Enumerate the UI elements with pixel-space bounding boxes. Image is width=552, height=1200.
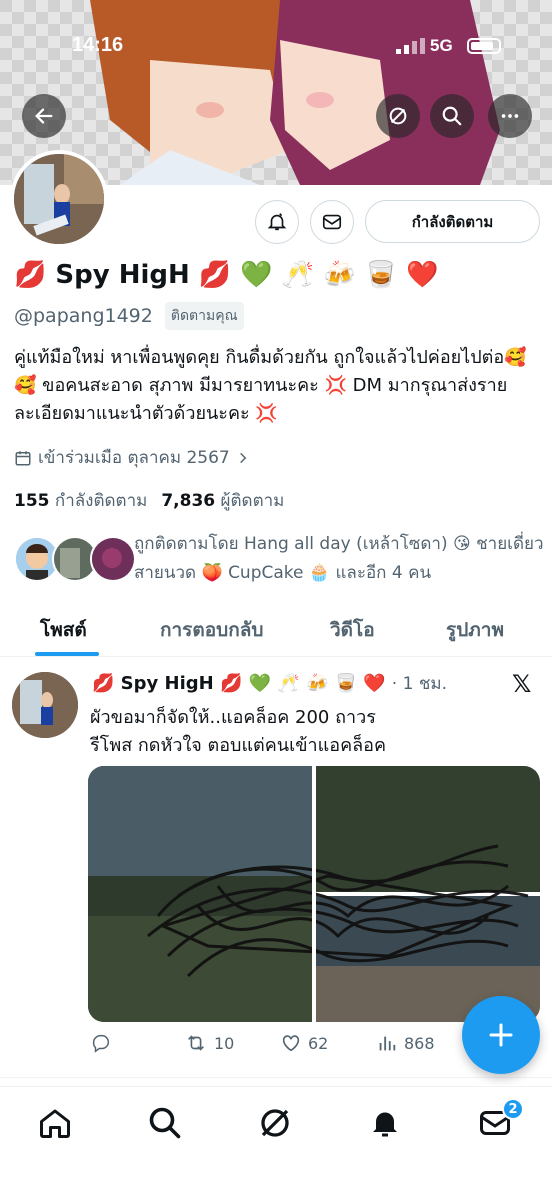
reply-button[interactable] — [90, 1032, 112, 1054]
follows-you-badge: ติดตามคุณ — [164, 302, 244, 330]
views-icon — [379, 1036, 396, 1051]
views-button[interactable]: 868 — [376, 1032, 435, 1054]
network-label: 5G — [430, 36, 453, 55]
profile-avatar[interactable] — [10, 150, 108, 248]
like-icon — [282, 1035, 300, 1052]
profile-handle: @papang1492 — [14, 305, 153, 327]
reply-icon — [92, 1034, 110, 1053]
notify-button[interactable] — [255, 200, 299, 244]
post-text-line: ผัวขอมาก็จัดให้..แอคล็อค 200 ถาวร — [90, 707, 376, 728]
handle-row: @papang1492 ติดตามคุณ — [14, 302, 244, 330]
search-button[interactable] — [430, 94, 474, 138]
calendar-icon — [15, 450, 31, 465]
mail-icon — [322, 214, 342, 230]
post-actions: 10 62 868 — [90, 1032, 440, 1062]
post-text: ผัวขอมาก็จัดให้..แอคล็อค 200 ถาวร รีโพส … — [90, 704, 530, 760]
plus-icon — [489, 1023, 513, 1047]
profile-tabs: โพสต์ การตอบกลับ วิดีโอ รูปภาพ — [0, 605, 552, 657]
bell-icon — [267, 213, 287, 231]
compose-button[interactable] — [462, 996, 540, 1074]
repost-count: 10 — [214, 1033, 235, 1053]
post-header: 💋 Spy HigH 💋 💚 🥂 🍻 🥃 ❤️ · 1 ชม. — [92, 670, 447, 697]
repost-button[interactable]: 10 — [184, 1032, 234, 1054]
following-button[interactable]: กำลังติดตาม — [365, 200, 540, 243]
post-author-name[interactable]: 💋 Spy HigH 💋 💚 🥂 🍻 🥃 ❤️ — [92, 673, 386, 694]
search-icon[interactable] — [147, 1105, 183, 1141]
like-count: 62 — [308, 1033, 329, 1053]
active-tab-indicator — [35, 652, 99, 656]
tab-photos[interactable]: รูปภาพ — [446, 615, 504, 645]
profile-name: 💋 Spy HigH 💋 💚 🥂 🍻 🥃 ❤️ — [14, 260, 439, 290]
views-count: 868 — [404, 1033, 435, 1053]
signal-icon — [396, 38, 425, 54]
repost-icon — [188, 1035, 204, 1051]
post-media[interactable] — [88, 766, 540, 1022]
mutual-followers-text: ถูกติดตามโดย Hang all day (เหล้าโซดา) 😘 … — [134, 534, 544, 583]
profile-bio: คู่แท้มือใหม่ หาเพื่อนพูดคุย กินดื่มด้วย… — [14, 347, 527, 424]
grok-icon[interactable] — [257, 1105, 293, 1141]
like-button[interactable]: 62 — [280, 1032, 328, 1054]
mutual-followers[interactable]: ถูกติดตามโดย Hang all day (เหล้าโซดา) 😘 … — [14, 530, 544, 590]
message-button[interactable] — [310, 200, 354, 244]
grok-icon — [389, 107, 407, 125]
tab-videos[interactable]: วิดีโอ — [330, 615, 375, 645]
messages-badge: 2 — [502, 1098, 524, 1120]
tab-replies[interactable]: การตอบกลับ — [160, 615, 263, 645]
tab-posts[interactable]: โพสต์ — [40, 615, 87, 645]
battery-icon — [467, 38, 501, 54]
mutual-avatar — [90, 536, 136, 582]
more-button[interactable] — [488, 94, 532, 138]
bottom-nav — [0, 1086, 552, 1200]
joined-date: เข้าร่วมเมือ ตุลาคม 2567 — [14, 444, 250, 471]
followers-count[interactable]: 7,836 ผู้ติดตาม — [161, 487, 284, 514]
back-button[interactable] — [22, 94, 66, 138]
grok-button[interactable] — [376, 94, 420, 138]
post-time: · 1 ชม. — [391, 674, 447, 694]
post-text-line: รีโพส กดหัวใจ ตอบแต่คนเข้าแอคล็อค — [90, 735, 386, 756]
back-arrow-icon — [35, 108, 53, 124]
search-icon — [442, 106, 462, 126]
status-bar: 14:16 5G — [0, 0, 552, 90]
bell-icon[interactable] — [367, 1105, 403, 1141]
home-icon[interactable] — [37, 1105, 73, 1141]
more-icon — [501, 114, 519, 118]
post-avatar[interactable] — [12, 672, 78, 738]
joined-text: เข้าร่วมเมือ ตุลาคม 2567 — [38, 448, 230, 468]
status-time: 14:16 — [72, 34, 124, 56]
chevron-right-icon[interactable] — [236, 451, 250, 465]
following-count[interactable]: 155 กำลังติดตาม — [14, 487, 147, 514]
follow-counts: 155 กำลังติดตาม 7,836 ผู้ติดตาม — [14, 487, 284, 514]
x-logo-icon: 𝕏 — [512, 670, 532, 698]
avatar-image — [14, 154, 104, 244]
